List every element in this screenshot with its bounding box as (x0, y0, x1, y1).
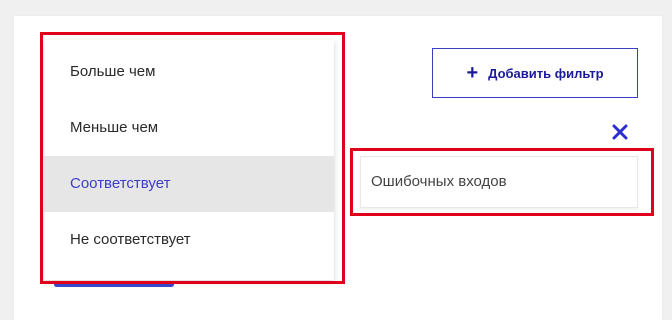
close-icon[interactable] (610, 122, 630, 142)
plus-icon: + (466, 62, 479, 84)
dropdown-item-matches[interactable]: Соответствует (44, 156, 334, 212)
filter-field-value[interactable]: Ошибочных входов (360, 156, 638, 208)
add-filter-button[interactable]: + Добавить фильтр (432, 48, 638, 98)
add-filter-label: Добавить фильтр (488, 65, 604, 81)
dropdown-item-greater-than[interactable]: Больше чем (44, 44, 334, 100)
condition-dropdown-menu: Больше чем Меньше чем Соответствует Не с… (44, 40, 334, 280)
dropdown-item-less-than[interactable]: Меньше чем (44, 100, 334, 156)
active-underline (54, 282, 174, 287)
dropdown-item-does-not-match[interactable]: Не соответствует (44, 212, 334, 268)
